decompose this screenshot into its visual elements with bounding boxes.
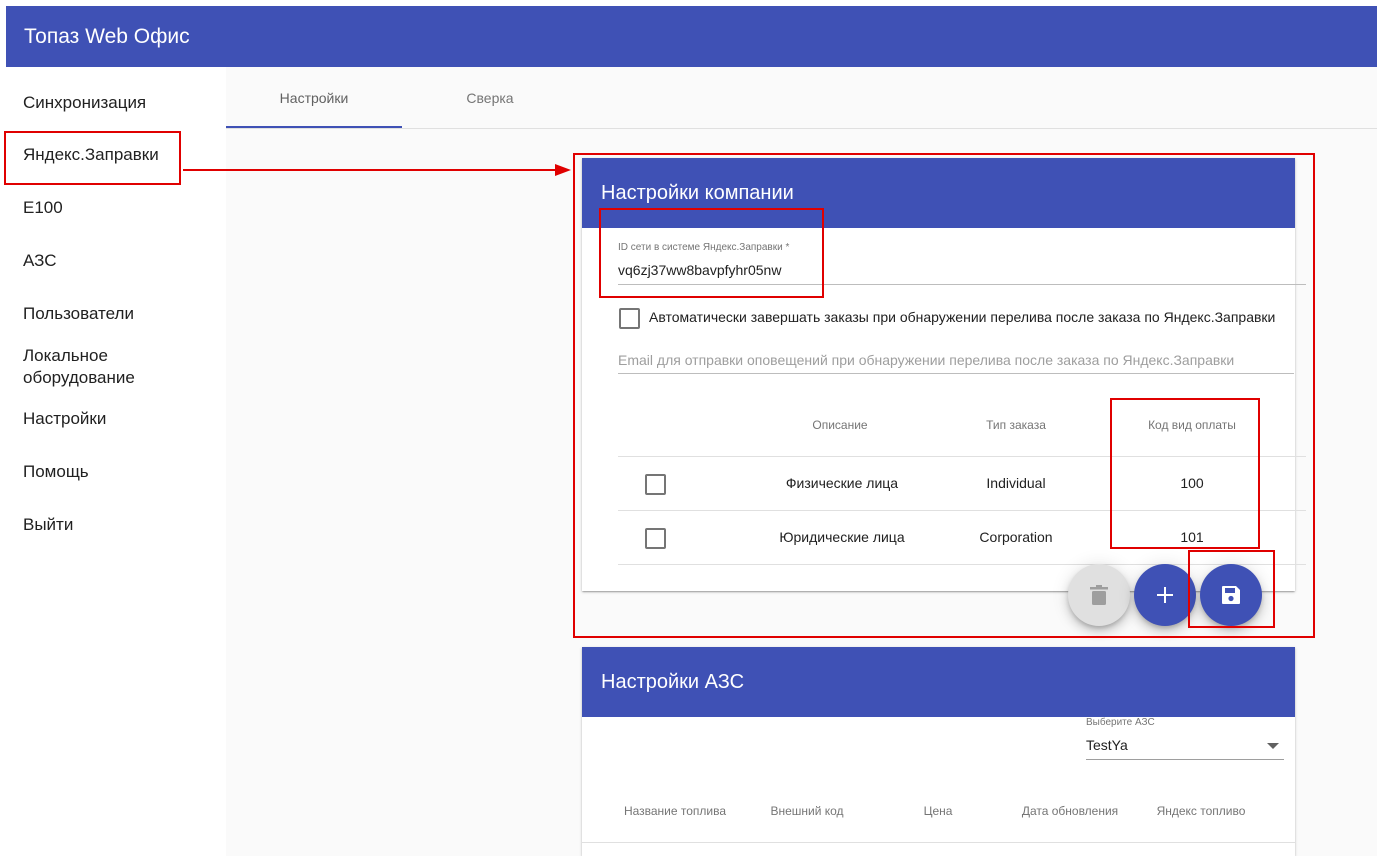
sidebar-item-settings[interactable]: Настройки xyxy=(23,408,106,430)
add-button[interactable] xyxy=(1134,564,1196,626)
station-settings-title: Настройки АЗС xyxy=(582,647,1295,717)
tab-bar: Настройки Сверка xyxy=(226,67,1377,129)
app-bar: Топаз Web Офис xyxy=(6,6,1377,67)
table-cell-payment-code: 101 xyxy=(1180,529,1204,545)
tab-indicator xyxy=(226,126,402,128)
sidebar: Синхронизация Яндекс.Заправки E100 АЗС П… xyxy=(6,67,226,856)
sidebar-item-help[interactable]: Помощь xyxy=(23,461,89,483)
company-settings-card: Настройки компании ID сети в системе Янд… xyxy=(582,158,1306,591)
auto-complete-checkbox[interactable] xyxy=(619,308,640,329)
annotation-arrow xyxy=(183,164,571,176)
station-select-label: Выберите АЗС xyxy=(1086,717,1155,728)
email-underline xyxy=(618,373,1294,374)
station-select-underline xyxy=(1086,759,1284,760)
row-checkbox[interactable] xyxy=(645,528,666,549)
table-cell-description: Юридические лица xyxy=(779,529,905,545)
app-title: Топаз Web Офис xyxy=(24,24,190,48)
sidebar-item-logout[interactable]: Выйти xyxy=(23,514,73,536)
table-header-update-date: Дата обновления xyxy=(1021,804,1119,818)
table-header-yandex-fuel: Яндекс топливо xyxy=(1156,804,1246,818)
save-button[interactable] xyxy=(1200,564,1262,626)
plus-icon xyxy=(1157,587,1173,603)
station-select[interactable]: TestYa xyxy=(1086,737,1128,753)
table-header-description: Описание xyxy=(812,418,868,432)
sidebar-item-stations[interactable]: АЗС xyxy=(23,250,57,272)
network-id-label: ID сети в системе Яндекс.Заправки * xyxy=(618,242,790,253)
table-divider xyxy=(618,564,1306,565)
delete-button[interactable] xyxy=(1068,564,1130,626)
table-divider xyxy=(618,456,1306,457)
table-cell-order-type: Corporation xyxy=(979,529,1053,545)
table-cell-order-type: Individual xyxy=(986,475,1046,491)
sidebar-item-sync[interactable]: Синхронизация xyxy=(23,92,146,114)
table-header-price: Цена xyxy=(923,804,953,818)
table-header-external-code: Внешний код xyxy=(770,804,844,818)
table-header-order-type: Тип заказа xyxy=(986,418,1046,432)
tab-settings[interactable]: Настройки xyxy=(226,67,402,129)
auto-complete-label: Автоматически завершать заказы при обнар… xyxy=(649,309,1276,325)
sidebar-item-yandex-fuel[interactable]: Яндекс.Заправки xyxy=(23,144,159,166)
row-checkbox[interactable] xyxy=(645,474,666,495)
table-divider xyxy=(582,842,1295,843)
table-header-payment-code: Код вид оплаты xyxy=(1148,418,1236,432)
company-settings-title: Настройки компании xyxy=(582,158,1295,228)
floppy-disk-icon xyxy=(1222,586,1240,604)
dropdown-arrow-icon[interactable] xyxy=(1267,743,1279,749)
tab-reconciliation[interactable]: Сверка xyxy=(402,67,578,129)
sidebar-item-e100[interactable]: E100 xyxy=(23,197,63,219)
network-id-underline xyxy=(618,284,1306,285)
sidebar-item-users[interactable]: Пользователи xyxy=(23,303,134,325)
station-settings-card: Настройки АЗС Выберите АЗС TestYa Назван… xyxy=(582,647,1295,856)
table-cell-description: Физические лица xyxy=(785,475,899,491)
table-header-fuel-name: Название топлива xyxy=(623,804,727,818)
sidebar-item-local-equipment[interactable]: Локальное оборудование xyxy=(23,345,173,389)
network-id-input[interactable]: vq6zj37ww8bavpfyhr05nw xyxy=(618,262,781,278)
email-input[interactable]: Email для отправки оповещений при обнару… xyxy=(618,352,1234,368)
table-divider xyxy=(618,510,1306,511)
trash-icon xyxy=(1090,585,1108,605)
table-cell-payment-code: 100 xyxy=(1180,475,1204,491)
